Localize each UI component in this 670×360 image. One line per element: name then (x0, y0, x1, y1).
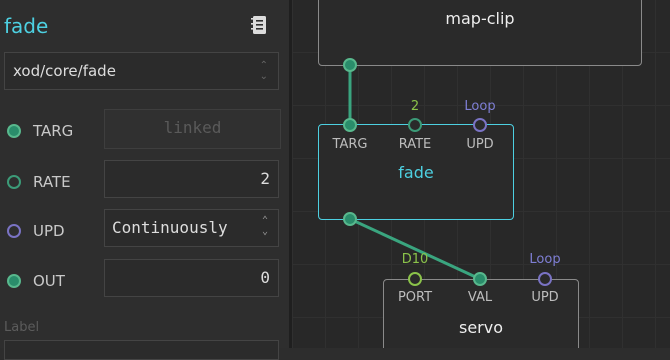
label-input[interactable] (4, 340, 279, 360)
fade-upd-pin[interactable] (473, 118, 487, 132)
pin-upd-icon (7, 224, 21, 238)
label-caption: Label (4, 320, 40, 335)
help-icon[interactable] (251, 15, 268, 35)
pin-rate-icon (7, 175, 21, 189)
targ-value-field: linked (104, 109, 281, 149)
servo-port-value: D10 (401, 252, 429, 267)
inspector-panel: fade xod/core/fade ⌃ ⌄ TARG linked RATE 2… (0, 0, 289, 360)
link-fade-to-servo[interactable] (349, 217, 481, 281)
fade-targ-label: TARG (332, 137, 368, 152)
fade-out-pin[interactable] (343, 212, 357, 226)
fade-rate-label: RATE (398, 137, 432, 152)
out-value-field: 0 (104, 259, 279, 297)
fade-rate-pin[interactable] (408, 118, 422, 132)
node-fade-title: fade (398, 163, 434, 182)
fade-upd-value: Loop (464, 99, 496, 114)
pin-label-out: OUT (33, 272, 65, 290)
pin-row-rate: RATE (7, 173, 71, 191)
pin-label-rate: RATE (33, 173, 71, 191)
node-servo-title: servo (458, 318, 503, 337)
select-arrows-icon: ⌃ ⌄ (259, 60, 268, 82)
node-map-clip[interactable]: map-clip (318, 0, 642, 66)
upd-value: Continuously (112, 218, 228, 237)
patch-canvas[interactable]: map-clip fade 2 Loop TARG RATE UPD servo… (292, 0, 670, 348)
node-type-value: xod/core/fade (13, 62, 116, 80)
upd-select-arrows-icon: ⌃ ⌄ (261, 215, 268, 237)
pin-out-icon (7, 274, 21, 288)
servo-val-pin[interactable] (473, 272, 487, 286)
servo-port-pin[interactable] (408, 272, 422, 286)
node-map-clip-title: map-clip (445, 9, 515, 28)
servo-upd-value: Loop (529, 252, 561, 267)
pin-row-out: OUT (7, 272, 65, 290)
map-clip-output-pin[interactable] (343, 58, 357, 72)
fade-rate-value: 2 (410, 99, 420, 114)
rate-value-field[interactable]: 2 (104, 160, 279, 198)
node-title: fade (4, 14, 49, 38)
fade-targ-pin[interactable] (343, 118, 357, 132)
servo-upd-label: UPD (531, 290, 559, 305)
servo-val-label: VAL (467, 290, 493, 305)
servo-port-label: PORT (397, 290, 433, 305)
fade-upd-label: UPD (466, 137, 494, 152)
upd-value-select[interactable]: Continuously ⌃ ⌄ (104, 209, 279, 247)
pin-label-targ: TARG (33, 122, 74, 140)
node-type-select[interactable]: xod/core/fade ⌃ ⌄ (4, 52, 279, 90)
servo-upd-pin[interactable] (538, 272, 552, 286)
pin-row-targ: TARG (7, 122, 73, 140)
pin-row-upd: UPD (7, 222, 65, 240)
pin-label-upd: UPD (33, 222, 65, 240)
pin-targ-icon (7, 124, 21, 138)
